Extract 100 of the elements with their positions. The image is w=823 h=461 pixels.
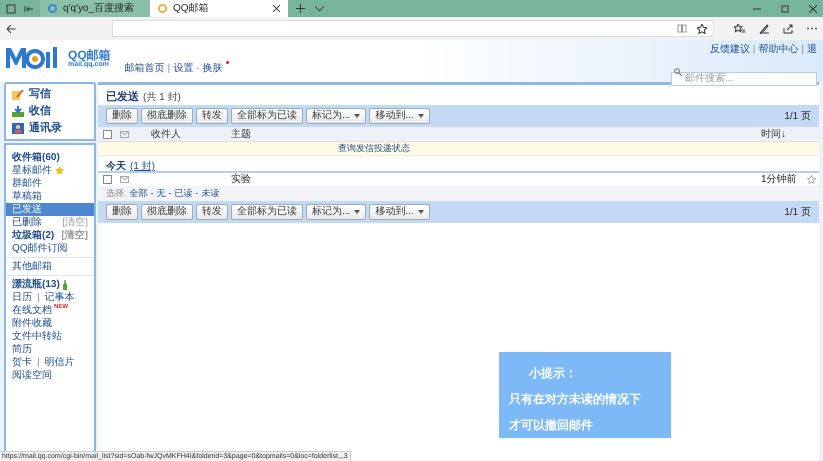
caret-icon <box>354 114 360 118</box>
toolbar-button[interactable]: 转发 <box>196 204 228 220</box>
back-icon[interactable] <box>6 24 16 34</box>
folder-label: 已发送 <box>12 204 42 214</box>
tab-title: QQ邮箱 <box>173 2 209 16</box>
star-icon <box>55 166 64 175</box>
toolbar-button[interactable]: 移动到... <box>369 108 430 124</box>
separator-text: - <box>168 186 172 200</box>
toolbar-button[interactable]: 彻底删除 <box>141 108 193 124</box>
toolbar-button[interactable]: 全部标为已读 <box>231 108 303 124</box>
action-label: 通讯录 <box>29 120 62 136</box>
toolbar-button[interactable]: 转发 <box>196 108 228 124</box>
folder-label: 垃圾箱(2) <box>12 230 54 240</box>
tab-title: q'q'yo_百度搜索 <box>63 2 134 16</box>
select-link[interactable]: 全部 <box>130 186 148 200</box>
close-icon[interactable] <box>809 4 817 12</box>
new-tab-icon[interactable] <box>296 4 305 13</box>
checkbox[interactable] <box>102 175 112 184</box>
toolbar-button[interactable]: 标记为... <box>306 108 366 124</box>
top-link[interactable]: 退 <box>807 42 817 57</box>
folder-item[interactable]: 垃圾箱(2) [清空] <box>6 229 94 242</box>
folder-item[interactable]: 已发送 <box>6 203 94 216</box>
header-link[interactable]: 设置 <box>173 61 194 76</box>
folder-title: 已发送 <box>106 90 139 105</box>
column-header[interactable]: 时间↓ <box>761 126 786 142</box>
tip-title: 小提示： <box>528 365 578 382</box>
tabs-icon[interactable] <box>6 4 16 14</box>
envelope-icon <box>120 176 129 183</box>
folder-item[interactable]: 贺卡 | 明信片 <box>6 356 94 369</box>
folder-label: 阅读空间 <box>12 370 52 380</box>
bottle-icon <box>62 280 67 290</box>
close-icon[interactable] <box>273 5 280 12</box>
toolbar-button[interactable]: 标记为... <box>306 204 366 220</box>
folder-label: 明信片 <box>44 358 75 368</box>
select-link[interactable]: 未读 <box>202 186 220 200</box>
tab-favicon <box>158 4 167 13</box>
logo-text: QQ邮箱 <box>68 48 111 60</box>
select-link[interactable]: 无 <box>156 186 166 200</box>
toolbar-button[interactable]: 移动到... <box>369 204 430 220</box>
browser-tab[interactable]: QQ邮箱 <box>150 0 288 17</box>
restore-icon[interactable] <box>781 4 789 12</box>
folder-label: QQ邮件订阅 <box>12 244 68 254</box>
select-link[interactable]: 已读 <box>174 186 193 200</box>
action-link[interactable]: 通讯录 <box>12 120 88 137</box>
folder-item[interactable]: 阅读空间 <box>6 369 94 382</box>
share-icon[interactable] <box>783 24 793 34</box>
folder-label: 贺卡 <box>12 358 32 368</box>
action-label: 收信 <box>29 104 51 120</box>
top-link[interactable]: 帮助中心 <box>758 42 798 57</box>
tip-text: 才可以撤回邮件 <box>509 417 594 434</box>
folder-item[interactable]: QQ邮件订阅 <box>6 242 94 255</box>
folder-label: 记事本 <box>44 292 75 302</box>
more-icon[interactable] <box>807 27 817 30</box>
folder-label: 日历 <box>12 292 32 302</box>
folder-item[interactable]: 已删除 [清空] <box>6 216 94 229</box>
pencil-icon <box>12 89 24 100</box>
folder-label: 群邮件 <box>12 178 42 188</box>
separator-text: | <box>37 358 40 368</box>
page-indicator: 1/1 页 <box>784 110 811 124</box>
pen-icon[interactable] <box>759 24 769 34</box>
mail-row[interactable]: 实验 1分钟前 <box>98 173 819 186</box>
folder-item[interactable]: 群邮件 <box>6 177 94 190</box>
favorites-icon[interactable] <box>734 24 745 34</box>
column-header[interactable]: 主题 <box>231 126 761 142</box>
folder-label: 漂流瓶(13) <box>12 280 60 290</box>
star-icon[interactable] <box>807 175 816 184</box>
separator-text: - <box>196 62 200 76</box>
browser-tab[interactable]: q'q'yo_百度搜索 <box>40 0 150 17</box>
folder-item[interactable]: 星标邮件 <box>6 164 94 177</box>
header-link[interactable]: 换肤 <box>202 61 223 76</box>
checkbox[interactable] <box>102 130 112 138</box>
chevron-icon[interactable] <box>315 6 324 12</box>
folder-item[interactable]: 其他邮箱 <box>6 260 94 273</box>
separator-text: | <box>801 43 804 57</box>
group-count[interactable]: (1 封) <box>130 159 155 174</box>
toolbar-button[interactable]: 删除 <box>106 108 138 124</box>
folder-item[interactable]: 草稿箱 <box>6 190 94 203</box>
toolbar-button[interactable]: 删除 <box>106 204 138 220</box>
folder-item[interactable]: 文件中转站 <box>6 330 94 343</box>
star-icon[interactable] <box>697 24 707 34</box>
column-header[interactable]: 收件人 <box>151 126 231 142</box>
header-link[interactable]: 邮箱首页 <box>124 61 165 76</box>
top-link[interactable]: 反馈建议 <box>710 42 750 57</box>
back-tab-icon[interactable] <box>24 4 34 14</box>
inbox-icon <box>12 106 24 117</box>
toolbar-button[interactable]: 全部标为已读 <box>231 204 303 220</box>
folder-label: 收件箱(60) <box>12 152 60 162</box>
reading-view-icon[interactable] <box>677 24 687 33</box>
action-link[interactable]: 收信 <box>12 103 88 120</box>
folder-item[interactable]: 收件箱(60) <box>6 151 94 164</box>
toolbar-button[interactable]: 彻底删除 <box>141 204 193 220</box>
search-field[interactable]: 邮件搜索... <box>671 72 817 86</box>
folder-item[interactable]: 漂流瓶(13) <box>6 278 94 291</box>
folder-item[interactable]: 日历 | 记事本 <box>6 291 94 304</box>
notice-link[interactable]: 查询发信投递状态 <box>338 142 410 156</box>
folder-item[interactable]: 附件收藏 <box>6 317 94 330</box>
action-link[interactable]: 写信 <box>12 86 88 103</box>
folder-label: 星标邮件 <box>12 166 52 176</box>
mail-count: (共 1 封) <box>143 90 181 105</box>
folder-item[interactable]: 简历 <box>6 343 94 356</box>
